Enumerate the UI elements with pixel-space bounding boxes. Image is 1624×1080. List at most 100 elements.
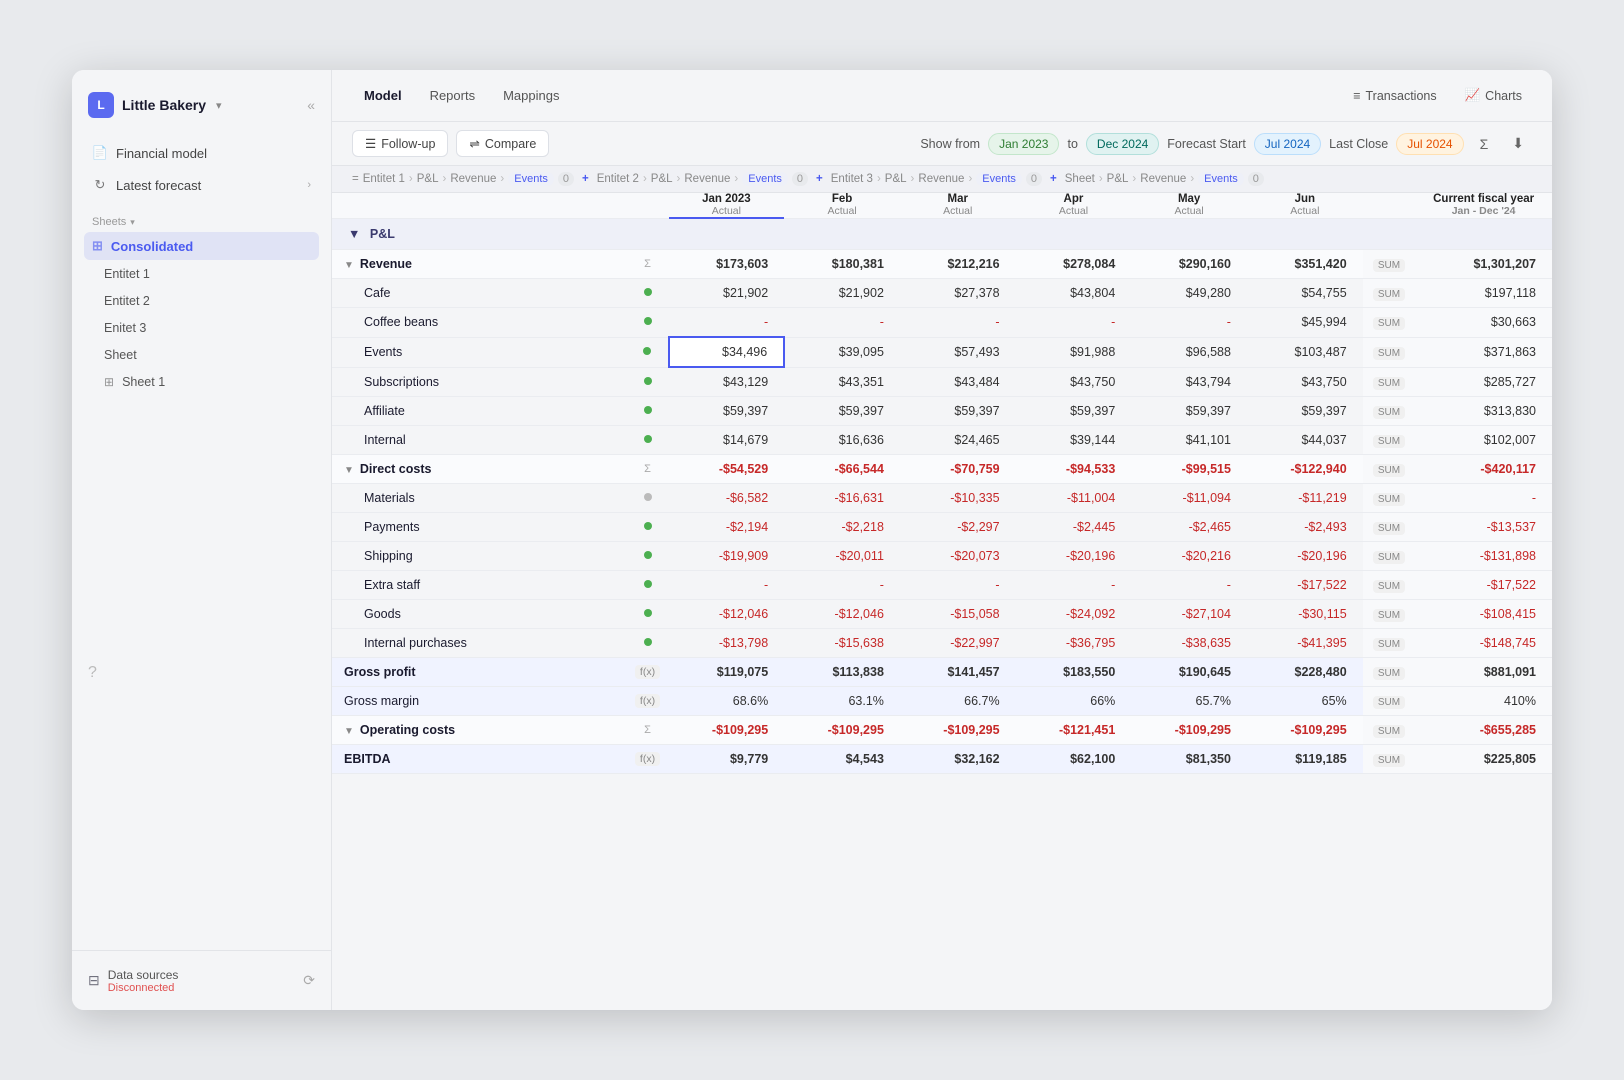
cell-fiscal[interactable]: $102,007: [1415, 426, 1552, 455]
cell-jan[interactable]: -$12,046: [669, 600, 785, 629]
cell-fiscal[interactable]: $285,727: [1415, 367, 1552, 397]
cell-may[interactable]: -: [1131, 308, 1247, 338]
cell-feb[interactable]: $180,381: [784, 250, 900, 279]
cell-mar[interactable]: -: [900, 571, 1016, 600]
cell-jun[interactable]: $54,755: [1247, 279, 1363, 308]
cell-may[interactable]: -: [1131, 571, 1247, 600]
cell-may[interactable]: -$11,094: [1131, 484, 1247, 513]
cell-feb[interactable]: -$109,295: [784, 716, 900, 745]
cell-mar[interactable]: -$22,997: [900, 629, 1016, 658]
cell-mar[interactable]: $57,493: [900, 337, 1016, 367]
cell-jan[interactable]: $21,902: [669, 279, 785, 308]
refresh-icon[interactable]: ⟳: [303, 972, 315, 989]
cell-may[interactable]: 65.7%: [1131, 687, 1247, 716]
cell-feb[interactable]: -: [784, 308, 900, 338]
cell-apr[interactable]: -: [1016, 571, 1132, 600]
cell-jun[interactable]: -$109,295: [1247, 716, 1363, 745]
cell-fiscal[interactable]: $225,805: [1415, 745, 1552, 774]
cell-fiscal[interactable]: -$148,745: [1415, 629, 1552, 658]
cell-mar[interactable]: -$109,295: [900, 716, 1016, 745]
cell-mar[interactable]: -$15,058: [900, 600, 1016, 629]
cell-may[interactable]: $81,350: [1131, 745, 1247, 774]
bc-events2[interactable]: Events: [742, 172, 788, 186]
cell-feb[interactable]: $59,397: [784, 397, 900, 426]
cell-fiscal[interactable]: $881,091: [1415, 658, 1552, 687]
cell-jun[interactable]: $351,420: [1247, 250, 1363, 279]
transactions-button[interactable]: ≡ Transactions: [1343, 84, 1446, 108]
cell-mar[interactable]: -$2,297: [900, 513, 1016, 542]
cell-jan[interactable]: -$13,798: [669, 629, 785, 658]
bc-events1[interactable]: Events: [508, 172, 554, 186]
cell-mar[interactable]: -$70,759: [900, 455, 1016, 484]
cell-fiscal[interactable]: $313,830: [1415, 397, 1552, 426]
cell-feb[interactable]: $43,351: [784, 367, 900, 397]
sidebar-item-entitet2[interactable]: Entitet 2: [84, 288, 319, 314]
cell-feb[interactable]: $39,095: [784, 337, 900, 367]
cell-mar[interactable]: $32,162: [900, 745, 1016, 774]
sidebar-logo[interactable]: L Little Bakery ▾: [88, 92, 222, 118]
cell-jun[interactable]: $119,185: [1247, 745, 1363, 774]
cell-jan[interactable]: $119,075: [669, 658, 785, 687]
cell-jun[interactable]: $228,480: [1247, 658, 1363, 687]
cell-may[interactable]: $290,160: [1131, 250, 1247, 279]
cell-fiscal[interactable]: -$108,415: [1415, 600, 1552, 629]
cell-feb[interactable]: -$16,631: [784, 484, 900, 513]
cell-may[interactable]: -$38,635: [1131, 629, 1247, 658]
cell-mar[interactable]: $212,216: [900, 250, 1016, 279]
show-from-date[interactable]: Jan 2023: [988, 133, 1059, 155]
bc-events4[interactable]: Events: [1198, 172, 1244, 186]
cell-jun[interactable]: -$20,196: [1247, 542, 1363, 571]
cell-jan[interactable]: $59,397: [669, 397, 785, 426]
tab-reports[interactable]: Reports: [418, 82, 488, 109]
cell-may[interactable]: -$2,465: [1131, 513, 1247, 542]
cell-jan[interactable]: $173,603: [669, 250, 785, 279]
to-date[interactable]: Dec 2024: [1086, 133, 1159, 155]
sidebar-item-sheet1[interactable]: ⊞ Sheet 1: [84, 369, 319, 395]
sum-icon-button[interactable]: Σ: [1472, 131, 1497, 157]
cell-may[interactable]: -$20,216: [1131, 542, 1247, 571]
cell-mar[interactable]: $24,465: [900, 426, 1016, 455]
sidebar-collapse-button[interactable]: «: [307, 97, 315, 113]
cell-jun[interactable]: $43,750: [1247, 367, 1363, 397]
cell-jun[interactable]: $59,397: [1247, 397, 1363, 426]
cell-may[interactable]: $43,794: [1131, 367, 1247, 397]
sidebar-item-enitet3[interactable]: Enitet 3: [84, 315, 319, 341]
cell-feb[interactable]: 63.1%: [784, 687, 900, 716]
cell-jan[interactable]: -: [669, 308, 785, 338]
sidebar-item-entitet1[interactable]: Entitet 1: [84, 261, 319, 287]
cell-mar[interactable]: $59,397: [900, 397, 1016, 426]
cell-feb[interactable]: -$12,046: [784, 600, 900, 629]
cell-may[interactable]: $49,280: [1131, 279, 1247, 308]
cell-feb[interactable]: -$20,011: [784, 542, 900, 571]
cell-apr[interactable]: -$11,004: [1016, 484, 1132, 513]
cell-fiscal[interactable]: -$17,522: [1415, 571, 1552, 600]
cell-mar[interactable]: $43,484: [900, 367, 1016, 397]
cell-apr[interactable]: $91,988: [1016, 337, 1132, 367]
sidebar-item-financial-model[interactable]: 📄 Financial model: [84, 138, 319, 168]
cell-fiscal[interactable]: -: [1415, 484, 1552, 513]
section-pl-collapse-icon[interactable]: ▼: [348, 227, 360, 241]
sidebar-item-consolidated[interactable]: ⊞ Consolidated: [84, 232, 319, 260]
cell-feb[interactable]: -$66,544: [784, 455, 900, 484]
cell-may[interactable]: $59,397: [1131, 397, 1247, 426]
cell-mar[interactable]: -$10,335: [900, 484, 1016, 513]
cell-jan[interactable]: -$2,194: [669, 513, 785, 542]
cell-fiscal[interactable]: $197,118: [1415, 279, 1552, 308]
cell-jan[interactable]: 68.6%: [669, 687, 785, 716]
cell-may[interactable]: $41,101: [1131, 426, 1247, 455]
cell-apr[interactable]: -$36,795: [1016, 629, 1132, 658]
sidebar-item-latest-forecast[interactable]: ↻ Latest forecast ›: [84, 170, 319, 200]
bc-events3[interactable]: Events: [976, 172, 1022, 186]
cell-apr[interactable]: $43,804: [1016, 279, 1132, 308]
cell-jun[interactable]: $103,487: [1247, 337, 1363, 367]
cell-mar[interactable]: $27,378: [900, 279, 1016, 308]
cell-feb[interactable]: $4,543: [784, 745, 900, 774]
cell-may[interactable]: -$27,104: [1131, 600, 1247, 629]
collapse-arrow-icon[interactable]: ▼: [344, 726, 354, 737]
cell-apr[interactable]: $183,550: [1016, 658, 1132, 687]
cell-feb[interactable]: $113,838: [784, 658, 900, 687]
cell-may[interactable]: -$99,515: [1131, 455, 1247, 484]
cell-jun[interactable]: $45,994: [1247, 308, 1363, 338]
cell-apr[interactable]: $59,397: [1016, 397, 1132, 426]
cell-jun[interactable]: -$122,940: [1247, 455, 1363, 484]
